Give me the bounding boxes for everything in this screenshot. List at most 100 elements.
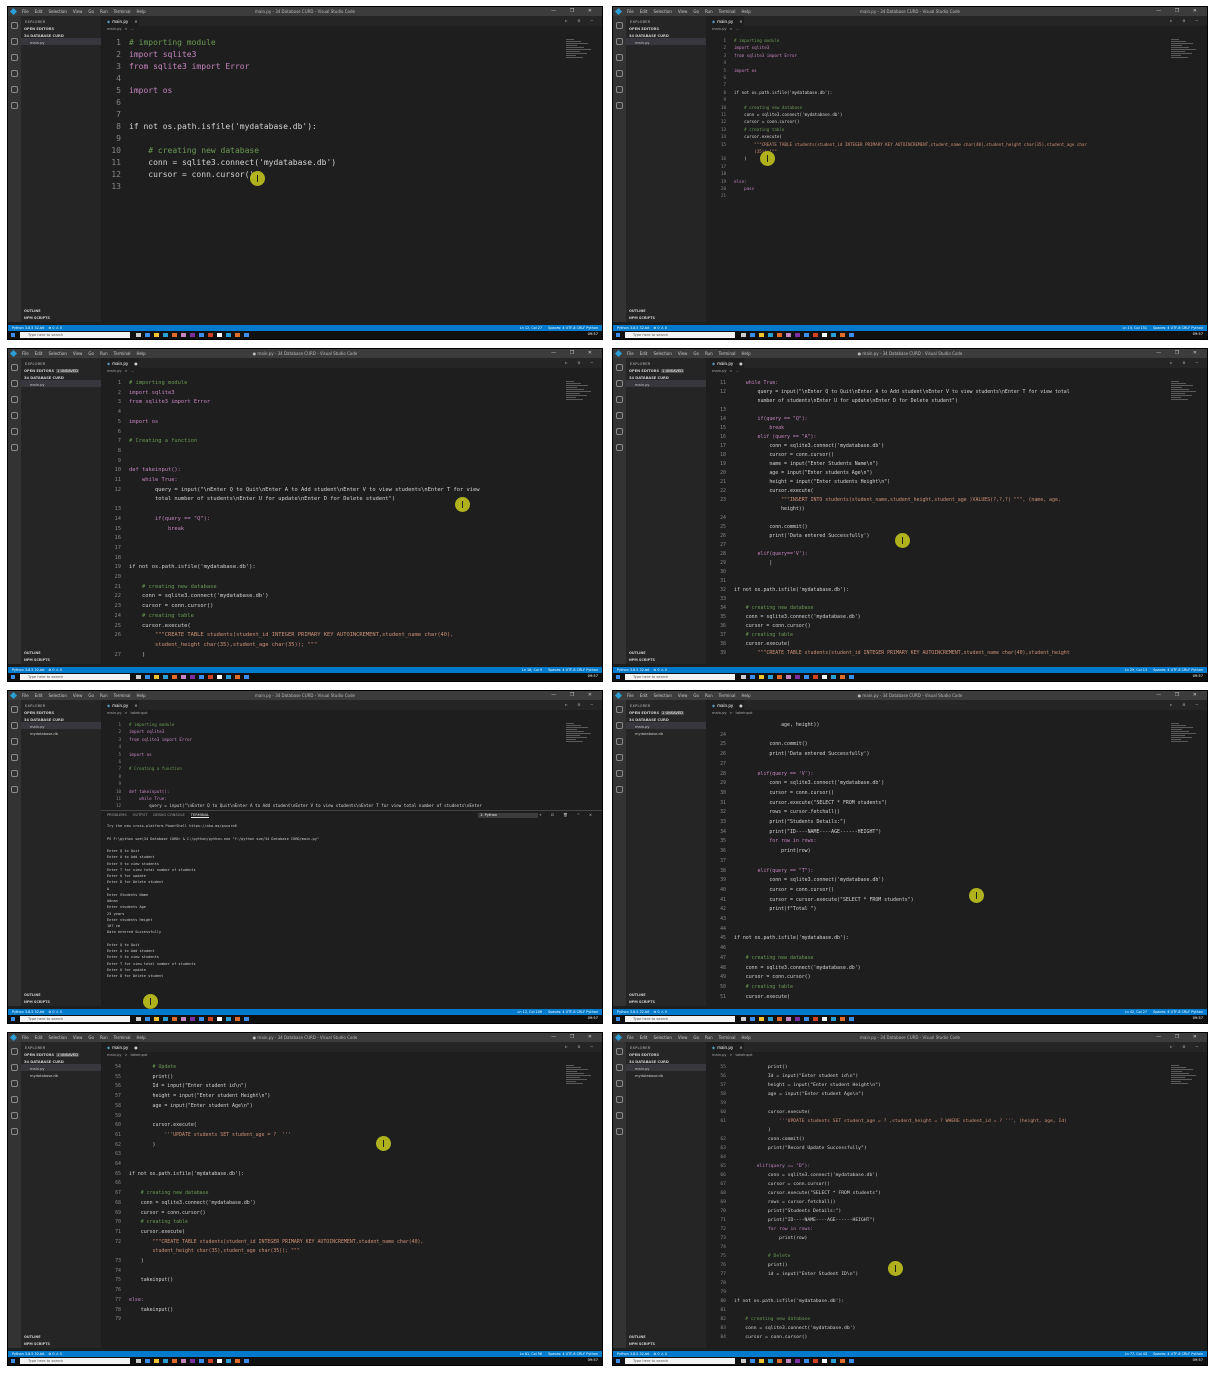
problems-count[interactable]: ⊗ 0 ⚠ 0 bbox=[654, 326, 667, 330]
menu-item-terminal[interactable]: Terminal bbox=[114, 1035, 131, 1040]
testing-icon[interactable] bbox=[616, 1128, 623, 1135]
window-controls[interactable]: — ❐ ✕ bbox=[551, 1034, 598, 1040]
open-editors-section[interactable]: OPEN EDITORS bbox=[21, 708, 101, 715]
taskbar-app-icon[interactable] bbox=[741, 1359, 746, 1363]
taskbar-app-icon[interactable] bbox=[163, 333, 168, 337]
taskbar-app-icon[interactable] bbox=[199, 1017, 204, 1021]
taskbar-app-icon[interactable] bbox=[750, 333, 755, 337]
taskbar-app-icon[interactable] bbox=[822, 675, 827, 679]
status-left[interactable]: Python 3.8.5 32-bit ⊗ 0 ⚠ 0 bbox=[617, 668, 667, 672]
breadcrumb-item[interactable]: takeinput bbox=[131, 711, 148, 715]
taskbar-app-icon[interactable] bbox=[217, 675, 222, 679]
unsaved-dot-icon[interactable]: ● bbox=[134, 361, 138, 366]
taskbar-app-icon[interactable] bbox=[741, 1017, 746, 1021]
code-editor[interactable]: 1 # importing module 2 import sqlite3 3 from … bbox=[101, 375, 602, 664]
outline-section[interactable]: OUTLINE bbox=[21, 993, 104, 997]
status-right[interactable]: Ln 12, Col 27 Spaces: 4 UTF-8 CRLF Python bbox=[520, 326, 598, 330]
run-debug-icon[interactable] bbox=[11, 1096, 18, 1103]
taskbar-app-icon[interactable] bbox=[181, 675, 186, 679]
breadcrumb-item[interactable]: main.py bbox=[107, 1053, 122, 1057]
taskbar-search[interactable]: Type here to search bbox=[625, 674, 735, 680]
taskbar-app-icon[interactable] bbox=[208, 333, 213, 337]
editor-actions[interactable]: ▷ ⊡ ⋯ bbox=[565, 702, 597, 707]
menu-item-view[interactable]: View bbox=[678, 693, 688, 698]
folder-34-database-curd[interactable]: 34 DATABASE CURD bbox=[626, 1057, 706, 1064]
folder-34-database-curd[interactable]: 34 DATABASE CURD bbox=[21, 373, 101, 380]
breadcrumb-item[interactable]: > bbox=[125, 27, 128, 31]
file-mydatabase-db[interactable]: mydatabase.db bbox=[626, 1071, 706, 1078]
tab-main-py[interactable]: ◆ main.py ✕ bbox=[706, 16, 744, 26]
taskbar-app-icon[interactable] bbox=[822, 333, 827, 337]
taskbar-clock[interactable]: 09:57 bbox=[588, 1016, 598, 1020]
window-controls[interactable]: — ❐ ✕ bbox=[551, 8, 598, 14]
folder-34-database-curd[interactable]: 34 DATABASE CURD bbox=[21, 715, 101, 722]
window-controls[interactable]: — ❐ ✕ bbox=[551, 350, 598, 356]
unsaved-dot-icon[interactable]: ● bbox=[739, 361, 743, 366]
taskbar-app-icon[interactable] bbox=[831, 1017, 836, 1021]
taskbar-app-icon[interactable] bbox=[777, 1359, 782, 1363]
taskbar-app-icon[interactable] bbox=[813, 675, 818, 679]
menu-item-run[interactable]: Run bbox=[100, 693, 108, 698]
breadcrumb-item[interactable]: > bbox=[730, 27, 733, 31]
menu-item-selection[interactable]: Selection bbox=[48, 1035, 66, 1040]
open-editors-section[interactable]: OPEN EDITORS 1 UNSAVED bbox=[21, 1050, 101, 1057]
tab-main-py[interactable]: ◆ main.py ✕ bbox=[101, 16, 139, 26]
menu-item-edit[interactable]: Edit bbox=[640, 9, 648, 14]
menu-item-go[interactable]: Go bbox=[693, 351, 699, 356]
npm-scripts-section[interactable]: NPM SCRIPTS bbox=[21, 1000, 104, 1004]
taskbar-app-icon[interactable] bbox=[786, 1017, 791, 1021]
taskbar-app-icon[interactable] bbox=[226, 1017, 231, 1021]
source-control-icon[interactable] bbox=[616, 1080, 623, 1087]
taskbar-app-icon[interactable] bbox=[244, 333, 249, 337]
file-main-py[interactable]: main.py bbox=[21, 722, 101, 729]
menu-item-edit[interactable]: Edit bbox=[640, 351, 648, 356]
taskbar-app-icon[interactable] bbox=[244, 1359, 249, 1363]
cursor-position[interactable]: Ln 29, Col 13 bbox=[1125, 668, 1147, 672]
unsaved-dot-icon[interactable]: ● bbox=[739, 703, 743, 708]
source-control-icon[interactable] bbox=[11, 396, 18, 403]
extensions-icon[interactable] bbox=[11, 1112, 18, 1119]
extensions-icon[interactable] bbox=[616, 770, 623, 777]
taskbar-app-icon[interactable] bbox=[813, 333, 818, 337]
menu-item-run[interactable]: Run bbox=[100, 351, 108, 356]
taskbar-app-icon[interactable] bbox=[759, 333, 764, 337]
cursor-position[interactable]: Ln 12, Col 106 bbox=[518, 1010, 543, 1014]
taskbar-app-icon[interactable] bbox=[199, 333, 204, 337]
outline-section[interactable]: OUTLINE bbox=[626, 309, 709, 313]
window-controls[interactable]: — ❐ ✕ bbox=[1156, 350, 1203, 356]
file-main-py[interactable]: main.py bbox=[626, 1064, 706, 1071]
npm-scripts-section[interactable]: NPM SCRIPTS bbox=[21, 658, 104, 662]
file-main-py[interactable]: main.py bbox=[21, 1064, 101, 1071]
taskbar-app-icon[interactable] bbox=[795, 675, 800, 679]
menu-item-run[interactable]: Run bbox=[705, 693, 713, 698]
menu-item-edit[interactable]: Edit bbox=[35, 1035, 43, 1040]
outline-section[interactable]: OUTLINE bbox=[21, 1335, 104, 1339]
run-debug-icon[interactable] bbox=[11, 754, 18, 761]
menu-item-selection[interactable]: Selection bbox=[48, 351, 66, 356]
editor-actions[interactable]: ▷ ⊡ ⋯ bbox=[565, 1044, 597, 1049]
taskbar-app-icon[interactable] bbox=[795, 333, 800, 337]
taskbar-app-icon[interactable] bbox=[199, 1359, 204, 1363]
file-mydatabase-db[interactable]: mydatabase.db bbox=[626, 729, 706, 736]
explorer-icon[interactable] bbox=[11, 706, 18, 713]
taskbar-app-icon[interactable] bbox=[136, 1017, 141, 1021]
source-control-icon[interactable] bbox=[616, 396, 623, 403]
menu-item-selection[interactable]: Selection bbox=[48, 9, 66, 14]
source-control-icon[interactable] bbox=[11, 1080, 18, 1087]
editor-settings[interactable]: Spaces: 4 UTF-8 CRLF Python bbox=[1153, 326, 1203, 330]
menu-item-view[interactable]: View bbox=[73, 1035, 83, 1040]
tab-main-py[interactable]: ◆ main.py ● bbox=[706, 700, 744, 710]
file-main-py[interactable]: main.py bbox=[21, 38, 101, 45]
search-icon[interactable] bbox=[11, 1064, 18, 1071]
taskbar-app-icon[interactable] bbox=[163, 1017, 168, 1021]
menu-item-edit[interactable]: Edit bbox=[640, 1035, 648, 1040]
run-debug-icon[interactable] bbox=[11, 70, 18, 77]
menu-item-go[interactable]: Go bbox=[693, 693, 699, 698]
menu-item-selection[interactable]: Selection bbox=[653, 9, 671, 14]
search-icon[interactable] bbox=[11, 722, 18, 729]
taskbar-app-icon[interactable] bbox=[145, 1017, 150, 1021]
explorer-icon[interactable] bbox=[616, 364, 623, 371]
tab-main-py[interactable]: ◆ main.py ● bbox=[101, 358, 139, 368]
status-right[interactable]: Ln 16, Col 9 Spaces: 4 UTF-8 CRLF Python bbox=[522, 668, 598, 672]
menu-item-run[interactable]: Run bbox=[100, 9, 108, 14]
